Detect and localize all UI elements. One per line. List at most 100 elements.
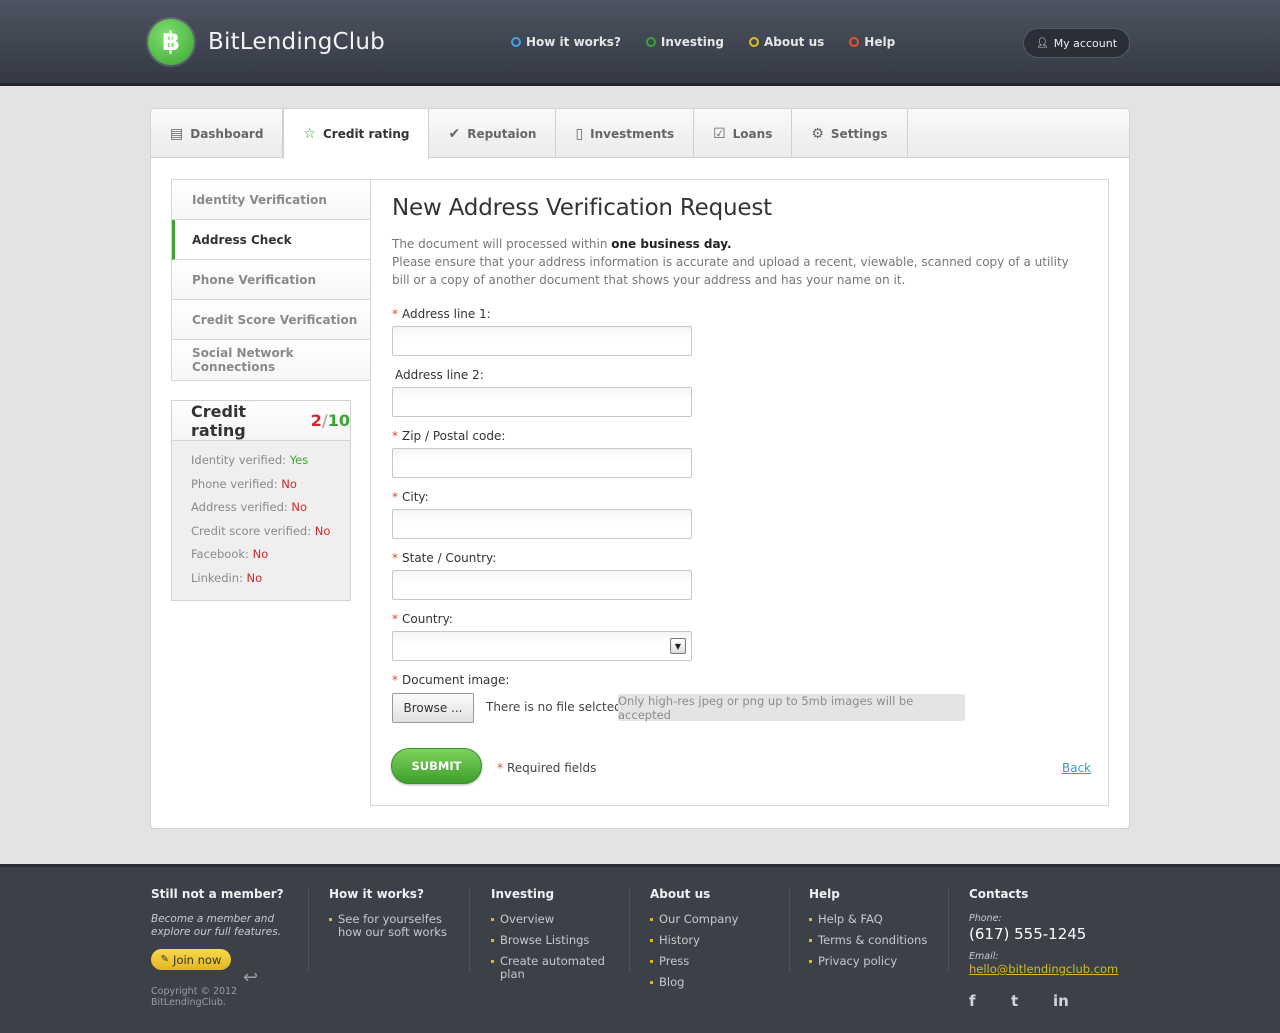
footer-link[interactable]: Privacy policy bbox=[809, 955, 927, 968]
rating-row-facebook: Facebook: No bbox=[191, 547, 350, 571]
footer-link[interactable]: Press bbox=[650, 955, 738, 968]
gear-icon: ⚙ bbox=[811, 125, 824, 142]
linkedin-icon[interactable]: in bbox=[1053, 992, 1095, 1010]
footer-link[interactable]: Create automated plan bbox=[491, 955, 611, 981]
required-mark: * bbox=[392, 612, 398, 626]
join-now-label: Join now bbox=[173, 952, 222, 967]
footer-link[interactable]: See for yourselfes how our soft works bbox=[329, 913, 459, 939]
country-label: * Country: bbox=[392, 612, 453, 626]
footer-contacts-title: Contacts bbox=[969, 887, 1029, 901]
required-mark: * bbox=[392, 307, 398, 321]
credit-rating-header: Credit rating 2 / 10 bbox=[172, 401, 350, 441]
address-line-2-label: Address line 2: bbox=[395, 368, 484, 382]
side-item-phone-verification[interactable]: Phone Verification bbox=[172, 260, 371, 300]
tab-credit-rating[interactable]: ☆ Credit rating bbox=[283, 109, 430, 159]
tab-settings[interactable]: ⚙ Settings bbox=[792, 109, 908, 158]
circle-bullet-icon bbox=[645, 37, 656, 47]
side-item-social-network-connections[interactable]: Social Network Connections bbox=[172, 340, 371, 380]
city-input[interactable] bbox=[392, 509, 692, 539]
tab-reputation[interactable]: ✔ Reputaion bbox=[429, 109, 557, 158]
side-item-credit-score-verification[interactable]: Credit Score Verification bbox=[172, 300, 371, 340]
document-icon: ▯ bbox=[575, 125, 584, 142]
country-select[interactable]: ▼ bbox=[392, 631, 692, 661]
footer-divider bbox=[469, 887, 470, 972]
footer-divider bbox=[629, 887, 630, 972]
credit-rating-list: Identity verified: Yes Phone verified: N… bbox=[172, 441, 350, 594]
chevron-down-icon[interactable]: ▼ bbox=[670, 638, 686, 654]
rating-row-credit-score: Credit score verified: No bbox=[191, 524, 350, 548]
rating-row-label: Phone verified: bbox=[191, 476, 278, 491]
nav-investing[interactable]: Investing bbox=[645, 35, 725, 49]
my-account-label: My account bbox=[1053, 36, 1118, 50]
tab-dashboard[interactable]: ▤ Dashboard bbox=[151, 109, 284, 158]
credit-rating-score: 2 bbox=[310, 411, 322, 430]
footer-divider bbox=[948, 887, 949, 972]
member-title: Still not a member? bbox=[151, 887, 284, 901]
footer-divider bbox=[308, 887, 309, 972]
footer-link[interactable]: Overview bbox=[491, 913, 611, 926]
rating-row-linkedin: Linkedin: No bbox=[191, 571, 350, 595]
address-line-2-input[interactable] bbox=[392, 387, 692, 417]
nav-label: Investing bbox=[660, 35, 725, 49]
label-text: Address line 1: bbox=[402, 307, 491, 321]
form-title: New Address Verification Request bbox=[392, 195, 772, 221]
social-links: f t in bbox=[969, 992, 1118, 1010]
nav-how-it-works[interactable]: How it works? bbox=[511, 35, 621, 49]
nav-about-us[interactable]: About us bbox=[749, 35, 824, 49]
rating-row-phone: Phone verified: No bbox=[191, 477, 350, 501]
tab-loans[interactable]: ☑ Loans bbox=[694, 109, 793, 158]
label-text: City: bbox=[402, 490, 429, 504]
copyright: Copyright © 2012 BitLendingClub. bbox=[151, 986, 237, 1008]
browse-button[interactable]: Browse ... bbox=[392, 693, 474, 723]
star-icon: ☆ bbox=[303, 126, 316, 142]
rating-row-label: Linkedin: bbox=[191, 570, 243, 585]
circle-bullet-icon bbox=[511, 37, 521, 47]
footer-link[interactable]: History bbox=[650, 934, 738, 947]
my-account-button[interactable]: 👤︎ My account bbox=[1023, 28, 1130, 58]
tab-label: Reputaion bbox=[467, 126, 537, 141]
back-link[interactable]: Back bbox=[1062, 761, 1091, 775]
join-now-button[interactable]: ✎ Join now bbox=[151, 949, 231, 970]
footer-link[interactable]: Terms & conditions bbox=[809, 934, 927, 947]
address-line-1-input[interactable] bbox=[392, 326, 692, 356]
footer-link[interactable]: Help & FAQ bbox=[809, 913, 927, 926]
rating-row-label: Credit score verified: bbox=[191, 523, 312, 538]
tab-label: Settings bbox=[830, 126, 888, 141]
pencil-icon: ✎ bbox=[160, 954, 170, 965]
required-mark: * bbox=[392, 429, 398, 443]
rating-row-value: No bbox=[291, 500, 308, 514]
curved-arrow-icon: ↩ bbox=[243, 967, 259, 988]
required-note-text: Required fields bbox=[507, 761, 597, 775]
rating-row-value: No bbox=[252, 547, 269, 561]
credit-rating-box: Credit rating 2 / 10 Identity verified: … bbox=[171, 400, 351, 601]
brand-name: BitLendingClub bbox=[208, 29, 385, 55]
label-text: Zip / Postal code: bbox=[402, 429, 506, 443]
tab-label: Investments bbox=[590, 126, 675, 141]
footer-investing-column: Investing Overview Browse Listings Creat… bbox=[491, 887, 611, 989]
zip-code-input[interactable] bbox=[392, 448, 692, 478]
circle-bullet-icon bbox=[749, 37, 760, 47]
footer-help-column: Help Help & FAQ Terms & conditions Priva… bbox=[809, 887, 927, 976]
tab-investments[interactable]: ▯ Investments bbox=[556, 109, 695, 158]
required-mark: * bbox=[497, 761, 503, 775]
logo[interactable]: ฿ BitLendingClub bbox=[148, 19, 385, 65]
submit-button[interactable]: SUBMIT bbox=[391, 748, 482, 784]
no-file-text: There is no file selcted bbox=[486, 700, 622, 714]
rating-row-identity: Identity verified: Yes bbox=[191, 453, 350, 477]
footer-link[interactable]: Our Company bbox=[650, 913, 738, 926]
nav-help[interactable]: Help bbox=[849, 35, 895, 49]
footer-link[interactable]: Browse Listings bbox=[491, 934, 611, 947]
email-link[interactable]: hello@bitlendingclub.com bbox=[969, 962, 1118, 976]
rating-row-value: No bbox=[281, 476, 297, 491]
tab-bar: ▤ Dashboard ☆ Credit rating ✔ Reputaion … bbox=[151, 109, 1129, 159]
side-item-address-check[interactable]: Address Check bbox=[172, 220, 371, 260]
required-mark: * bbox=[392, 490, 398, 504]
state-input[interactable] bbox=[392, 570, 692, 600]
twitter-icon[interactable]: t bbox=[1011, 992, 1053, 1010]
circle-bullet-icon bbox=[849, 37, 860, 47]
footer-link[interactable]: Blog bbox=[650, 976, 738, 989]
facebook-icon[interactable]: f bbox=[969, 992, 1011, 1010]
side-item-identity-verification[interactable]: Identity Verification bbox=[172, 180, 371, 220]
rating-row-label: Address verified: bbox=[191, 500, 288, 514]
footer-member-column: Still not a member? Become a member and … bbox=[151, 887, 284, 988]
